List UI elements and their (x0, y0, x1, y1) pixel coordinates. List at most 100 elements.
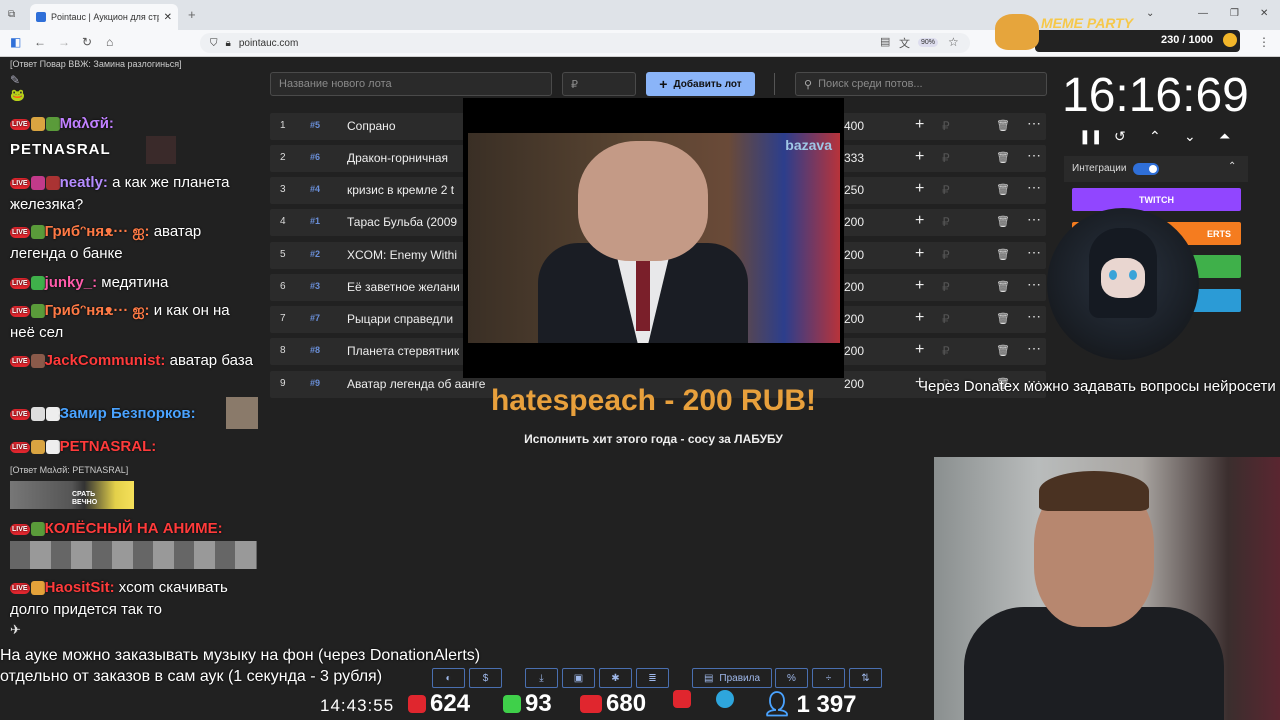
donation-message: Исполнить хит этого года - сосу за ЛАБУБ… (524, 432, 783, 446)
collapse-icon[interactable]: ⌃ (1228, 161, 1236, 172)
add-amount-icon[interactable]: + (915, 116, 924, 134)
add-amount-icon[interactable]: + (915, 148, 924, 166)
split-button[interactable]: ÷ (812, 668, 845, 688)
save-button[interactable]: ▣ (562, 668, 595, 688)
lot-amount[interactable]: 200 (844, 312, 864, 326)
ruble-icon[interactable]: ₽ (942, 215, 950, 229)
lot-name[interactable]: Планета стервятник (347, 344, 459, 358)
stream-clock: 14:43:55 (320, 696, 395, 715)
delete-icon[interactable]: 🗑︎ (996, 248, 1010, 261)
more-options-icon[interactable]: ⋯ (1027, 340, 1041, 357)
add-amount-icon[interactable]: + (915, 277, 924, 295)
download-button[interactable]: ⤓ (525, 668, 558, 688)
github-button[interactable]: ◐ (432, 668, 465, 688)
ruble-icon[interactable]: ₽ (942, 119, 950, 133)
translate-icon[interactable]: 文 (899, 35, 910, 51)
menu-icon[interactable]: ⋮ (1258, 35, 1270, 49)
lot-name[interactable]: кризис в кремле 2 t (347, 183, 454, 197)
ruble-icon[interactable]: ₽ (942, 312, 950, 326)
more-options-icon[interactable]: ⋯ (1027, 276, 1041, 293)
lot-name[interactable]: Рыцари справедли (347, 312, 453, 326)
integrations-toggle[interactable] (1133, 163, 1159, 175)
lot-name[interactable]: Сопрано (347, 119, 396, 133)
donate-button[interactable]: $ (469, 668, 502, 688)
more-options-icon[interactable]: ⋯ (1027, 115, 1041, 132)
ruble-icon[interactable]: ₽ (942, 151, 950, 165)
shield-icon[interactable]: ⛉ (210, 38, 218, 49)
sort-button[interactable]: ⇅ (849, 668, 882, 688)
live-badge-icon: LIVE (10, 277, 30, 289)
heart-badge-icon (30, 276, 45, 291)
twitch-integration-button[interactable]: TWITCH (1072, 188, 1241, 211)
ruble-icon[interactable]: ₽ (942, 183, 950, 197)
forward-icon[interactable]: → (58, 35, 70, 49)
more-options-icon[interactable]: ⋯ (1027, 147, 1041, 164)
delete-icon[interactable]: 🗑︎ (996, 151, 1010, 164)
ruble-icon[interactable]: ₽ (942, 248, 950, 262)
ruble-icon[interactable]: ₽ (942, 280, 950, 294)
lot-amount[interactable]: 400 (844, 119, 864, 133)
delete-icon[interactable]: 🗑︎ (996, 183, 1010, 196)
lot-amount[interactable]: 200 (844, 377, 864, 391)
lot-name[interactable]: Тарас Бульба (2009 (347, 215, 457, 229)
reader-icon[interactable]: ▤ (880, 35, 890, 48)
delete-icon[interactable]: 🗑︎ (996, 344, 1010, 357)
new-tab-button[interactable]: + (188, 7, 196, 22)
lot-amount[interactable]: 200 (844, 248, 864, 262)
add-amount-icon[interactable]: + (915, 180, 924, 198)
bookmark-star-icon[interactable]: ☆ (948, 35, 959, 49)
chat-message: LIVE Μαλσй: (10, 113, 114, 135)
lot-amount[interactable]: 200 (844, 344, 864, 358)
lot-name[interactable]: Её заветное желани (347, 280, 460, 294)
lot-amount[interactable]: 250 (844, 183, 864, 197)
lot-search-input[interactable]: ⚲ Поиск среди потов... (795, 72, 1047, 96)
close-window-icon[interactable]: ✕ (1260, 8, 1268, 19)
pause-button[interactable]: ❚❚ (1079, 128, 1102, 145)
home-icon[interactable]: ⌂ (106, 35, 113, 49)
percent-button[interactable]: % (775, 668, 808, 688)
reset-timer-button[interactable]: ↺ (1114, 128, 1126, 145)
add-amount-icon[interactable]: + (915, 309, 924, 327)
lock-icon: 🔒︎ (225, 37, 231, 49)
vk-live-icon (580, 695, 602, 713)
integrations-header[interactable]: Интеграции ⌃ (1064, 156, 1248, 182)
timer-up-more-button[interactable]: ⏶ (1219, 128, 1230, 145)
lot-amount[interactable]: 200 (844, 215, 864, 229)
zoom-level[interactable]: 90% (918, 38, 939, 47)
browser-tab[interactable]: Pointauc | Аукцион для стримe ✕ (30, 4, 178, 30)
add-amount-icon[interactable]: + (915, 245, 924, 263)
delete-icon[interactable]: 🗑︎ (996, 215, 1010, 228)
delete-icon[interactable]: 🗑︎ (996, 312, 1010, 325)
close-tab-icon[interactable]: ✕ (164, 12, 172, 23)
bug-report-button[interactable]: ✱ (599, 668, 632, 688)
ruble-icon[interactable]: ₽ (942, 344, 950, 358)
add-amount-icon[interactable]: + (915, 341, 924, 359)
reload-icon[interactable]: ↻ (82, 35, 92, 49)
lot-name[interactable]: XCOM: Enemy Withi (347, 248, 457, 262)
delete-icon[interactable]: 🗑︎ (996, 119, 1010, 132)
more-options-icon[interactable]: ⋯ (1027, 211, 1041, 228)
tab-list-icon[interactable]: ⧉ (8, 9, 15, 20)
helmet-badge-icon (30, 225, 45, 240)
timer-down-button[interactable]: ⌄ (1184, 128, 1196, 145)
new-lot-input[interactable]: Название нового лота (270, 72, 552, 96)
clear-button[interactable]: ≣ (636, 668, 669, 688)
lot-id: #9 (310, 378, 321, 388)
add-amount-icon[interactable]: + (915, 212, 924, 230)
more-options-icon[interactable]: ⋯ (1027, 179, 1041, 196)
rules-button[interactable]: ▤ Правила (692, 668, 772, 688)
timer-up-button[interactable]: ⌃ (1149, 128, 1161, 145)
delete-icon[interactable]: 🗑︎ (996, 280, 1010, 293)
lot-name[interactable]: Дракон-горничная (347, 151, 448, 165)
sidebar-icon[interactable]: ◧ (10, 35, 21, 49)
lot-amount[interactable]: 333 (844, 151, 864, 165)
address-bar[interactable]: ⛉ 🔒︎ pointauc.com (200, 33, 970, 53)
more-options-icon[interactable]: ⋯ (1027, 308, 1041, 325)
lot-amount-input[interactable]: ₽ (562, 72, 636, 96)
back-icon[interactable]: ← (34, 35, 46, 49)
add-lot-button[interactable]: + Добавить лот (646, 72, 755, 96)
lot-amount[interactable]: 200 (844, 280, 864, 294)
chat-nick: HaositSit: (44, 579, 115, 596)
donation-headline: hatespeach - 200 RUB! (490, 384, 817, 417)
more-options-icon[interactable]: ⋯ (1027, 244, 1041, 261)
